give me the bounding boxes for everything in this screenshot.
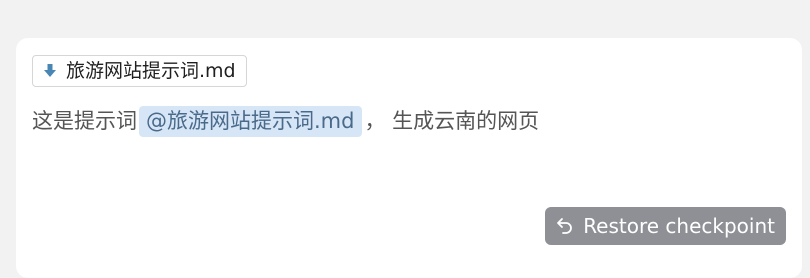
restore-checkpoint-button[interactable]: Restore checkpoint <box>545 207 786 245</box>
attachment-filename: 旅游网站提示词.md <box>66 59 236 82</box>
attachment-chip[interactable]: 旅游网站提示词.md <box>32 55 247 87</box>
download-arrow-icon <box>43 63 57 79</box>
message-suffix: ， 生成云南的网页 <box>364 109 540 133</box>
file-mention[interactable]: @旅游网站提示词.md <box>139 105 363 137</box>
message-text: 这是提示词 @旅游网站提示词.md ， 生成云南的网页 <box>32 105 539 137</box>
user-message-card: 旅游网站提示词.md 这是提示词 @旅游网站提示词.md ， 生成云南的网页 R… <box>16 38 802 278</box>
undo-arrow-icon <box>555 216 575 236</box>
message-prefix: 这是提示词 <box>32 109 137 133</box>
restore-checkpoint-label: Restore checkpoint <box>583 214 775 238</box>
